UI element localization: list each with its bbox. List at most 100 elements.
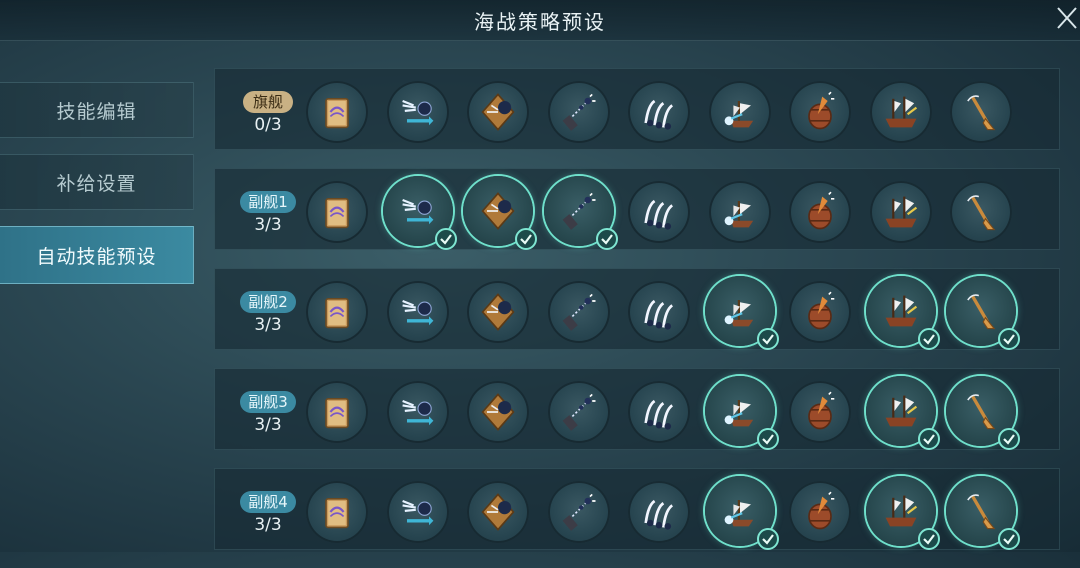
skill-slot[interactable] [306,481,368,543]
cannonball-dash-icon [401,399,433,426]
preset-row: 副舰3 3/3 [214,368,1060,450]
skill-slot[interactable] [628,381,690,443]
skill-slot[interactable] [789,381,851,443]
side-menu: 技能编辑 补给设置 自动技能预设 [0,82,194,300]
skill-slot[interactable] [628,481,690,543]
barrel-icon [808,191,835,230]
skill-slot[interactable] [547,81,610,143]
preset-row: 副舰2 3/3 [214,268,1060,350]
skill-slot[interactable] [467,81,529,143]
skill-slot[interactable] [386,381,449,443]
ship-water-icon [724,400,753,427]
skill-slot[interactable] [628,281,690,343]
ship-water-icon [724,300,753,327]
ship-water-icon [724,101,753,128]
oar-icon [967,95,996,131]
skill-slot[interactable] [467,481,529,543]
warship-icon [885,495,917,527]
title-bar: 海战策略预设 [0,0,1080,41]
close-button[interactable] [1050,2,1080,34]
skill-slot[interactable] [869,81,932,143]
close-icon [1057,7,1077,29]
cannonball-dash-icon [401,499,433,526]
ship-name-badge: 旗舰 [243,91,293,113]
preset-row: 副舰4 3/3 [214,468,1060,550]
selected-check-icon [756,428,779,450]
skill-slot[interactable] [704,376,779,450]
chain-shot-icon [562,293,595,331]
skill-slot[interactable] [950,81,1012,143]
selected-check-icon [756,528,779,550]
barrel-icon [808,391,835,430]
warship-icon [885,96,917,128]
ship-water-icon [724,201,753,228]
book-icon [325,497,349,529]
ship-water-icon [724,500,753,527]
skill-slot[interactable] [467,281,529,343]
menu-skill-edit[interactable]: 技能编辑 [0,82,194,138]
skill-slot[interactable] [306,381,368,443]
skill-slot[interactable] [708,181,771,243]
skill-slot[interactable] [865,476,940,550]
skill-slot[interactable] [547,481,610,543]
book-icon [325,297,349,329]
skill-slot[interactable] [382,176,457,250]
skill-slot[interactable] [865,376,940,450]
skill-slot[interactable] [704,476,779,550]
skill-slot[interactable] [306,181,368,243]
skill-slot[interactable] [628,181,690,243]
skill-slot[interactable] [704,276,779,350]
chain-shot-icon [562,493,595,531]
oar-icon [967,394,996,430]
skill-slot[interactable] [708,81,771,143]
menu-auto-skill-preset-label: 自动技能预设 [36,245,157,268]
barrel-icon [808,291,835,330]
skill-slot[interactable] [386,481,449,543]
chain-shot-icon [562,393,595,431]
ship-name-badge: 副舰4 [240,491,296,513]
skill-slot[interactable] [950,181,1012,243]
skill-slot[interactable] [547,281,610,343]
skill-slot[interactable] [865,276,940,350]
menu-supply-settings-label: 补给设置 [56,172,137,195]
triple-strike-icon [644,299,674,330]
skill-slot[interactable] [306,281,368,343]
skill-slot[interactable] [386,81,449,143]
skill-slot[interactable] [386,281,449,343]
book-icon [325,97,349,129]
barrel-icon [808,91,835,130]
selected-check-icon [998,528,1020,550]
skill-slot[interactable] [946,376,1020,450]
barrel-icon [808,491,835,530]
explosive-kite-icon [481,192,515,230]
skill-slot[interactable] [869,181,932,243]
selected-check-icon [595,228,618,250]
skill-slot[interactable] [789,81,851,143]
selected-check-icon [515,228,537,250]
skill-slot[interactable] [946,276,1020,350]
cannonball-dash-icon [401,198,433,225]
skill-slot[interactable] [463,176,537,250]
menu-skill-edit-label: 技能编辑 [56,100,137,123]
explosive-kite-icon [481,93,515,131]
skill-slot[interactable] [789,281,851,343]
selected-check-icon [998,428,1020,450]
skill-slot[interactable] [467,381,529,443]
selected-count: 3/3 [254,215,282,235]
selected-check-icon [434,228,457,250]
menu-supply-settings[interactable]: 补给设置 [0,154,194,210]
skill-slot[interactable] [789,181,851,243]
oar-icon [967,294,996,330]
skill-slot[interactable] [789,481,851,543]
ship-label: 副舰3 3/3 [233,391,303,435]
skill-slot[interactable] [946,476,1020,550]
skill-slot[interactable] [547,381,610,443]
skill-slot[interactable] [628,81,690,143]
selected-check-icon [756,328,779,350]
skill-slot[interactable] [306,81,368,143]
oar-icon [967,195,996,231]
menu-auto-skill-preset[interactable]: 自动技能预设 [0,226,194,284]
skill-slot[interactable] [543,176,618,250]
ship-name-badge: 副舰1 [240,191,296,213]
explosive-kite-icon [481,493,515,531]
